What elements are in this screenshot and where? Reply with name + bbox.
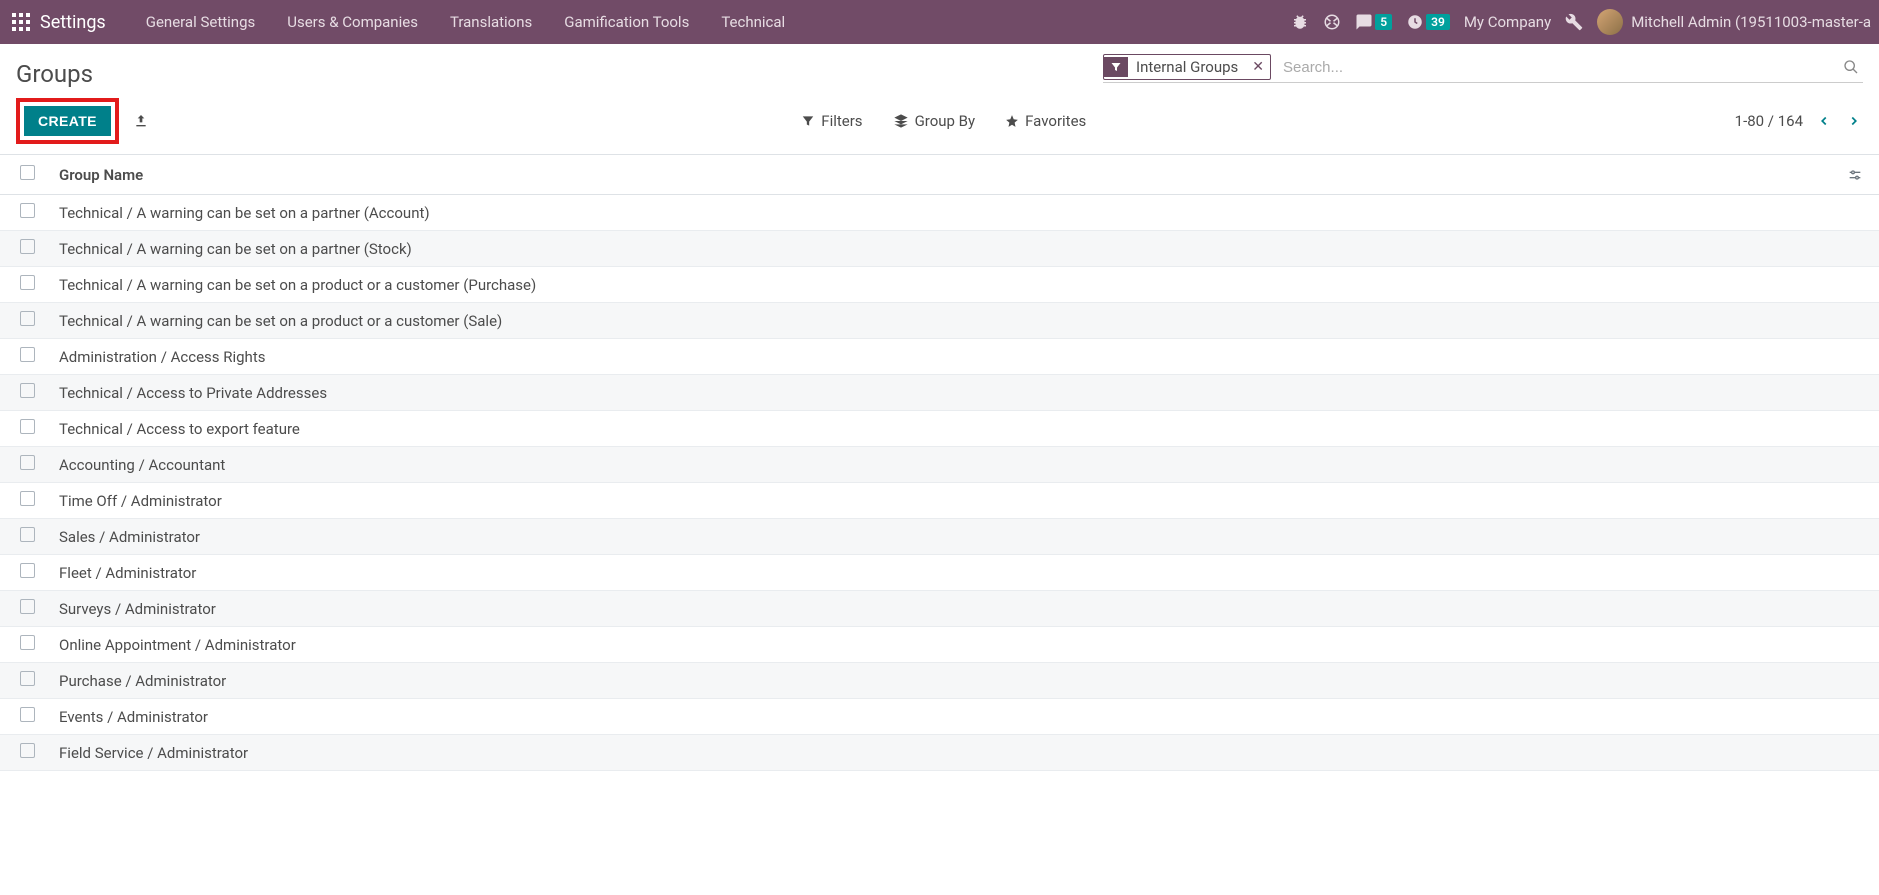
- select-all-checkbox[interactable]: [20, 165, 35, 180]
- control-panel: Groups Internal Groups ✕ CREATE: [0, 44, 1879, 155]
- pager[interactable]: 1-80 / 164: [1735, 112, 1803, 130]
- row-group-name: Purchase / Administrator: [47, 663, 1835, 699]
- menu-translations[interactable]: Translations: [434, 3, 548, 41]
- table-row[interactable]: Accounting / Accountant: [0, 447, 1879, 483]
- row-checkbox[interactable]: [20, 491, 35, 506]
- row-group-name: Time Off / Administrator: [47, 483, 1835, 519]
- favorites-label: Favorites: [1025, 112, 1086, 130]
- search-facet: Internal Groups ✕: [1103, 54, 1271, 80]
- row-group-name: Technical / A warning can be set on a pr…: [47, 303, 1835, 339]
- row-checkbox[interactable]: [20, 671, 35, 686]
- row-checkbox[interactable]: [20, 635, 35, 650]
- row-group-name: Technical / A warning can be set on a pr…: [47, 267, 1835, 303]
- row-checkbox[interactable]: [20, 311, 35, 326]
- table-row[interactable]: Technical / A warning can be set on a pr…: [0, 303, 1879, 339]
- table-row[interactable]: Technical / A warning can be set on a pa…: [0, 231, 1879, 267]
- row-checkbox[interactable]: [20, 239, 35, 254]
- search-bar[interactable]: Internal Groups ✕: [1103, 52, 1863, 83]
- table-row[interactable]: Technical / Access to Private Addresses: [0, 375, 1879, 411]
- row-checkbox[interactable]: [20, 347, 35, 362]
- table-row[interactable]: Time Off / Administrator: [0, 483, 1879, 519]
- row-group-name: Field Service / Administrator: [47, 735, 1835, 771]
- table-row[interactable]: Technical / Access to export feature: [0, 411, 1879, 447]
- row-checkbox[interactable]: [20, 275, 35, 290]
- row-checkbox[interactable]: [20, 455, 35, 470]
- menu-gamification-tools[interactable]: Gamification Tools: [548, 3, 705, 41]
- row-checkbox[interactable]: [20, 383, 35, 398]
- breadcrumb: Groups: [16, 52, 93, 88]
- columns-settings-icon[interactable]: [1847, 167, 1867, 183]
- table-row[interactable]: Technical / A warning can be set on a pa…: [0, 195, 1879, 231]
- column-group-name[interactable]: Group Name: [47, 155, 1835, 195]
- messages-badge: 5: [1375, 14, 1392, 30]
- row-group-name: Administration / Access Rights: [47, 339, 1835, 375]
- table-row[interactable]: Events / Administrator: [0, 699, 1879, 735]
- row-group-name: Technical / Access to Private Addresses: [47, 375, 1835, 411]
- topbar: Settings General Settings Users & Compan…: [0, 0, 1879, 44]
- row-group-name: Technical / A warning can be set on a pa…: [47, 231, 1835, 267]
- groups-table: Group Name Technical / A warning can be …: [0, 155, 1879, 771]
- row-checkbox[interactable]: [20, 743, 35, 758]
- row-group-name: Online Appointment / Administrator: [47, 627, 1835, 663]
- table-row[interactable]: Technical / A warning can be set on a pr…: [0, 267, 1879, 303]
- table-row[interactable]: Field Service / Administrator: [0, 735, 1879, 771]
- row-checkbox[interactable]: [20, 203, 35, 218]
- topbar-right: 5 39 My Company Mitchell Admin (19511003…: [1291, 9, 1871, 35]
- menu-general-settings[interactable]: General Settings: [130, 3, 272, 41]
- favorites-dropdown[interactable]: Favorites: [1005, 112, 1086, 130]
- create-highlight: CREATE: [16, 98, 119, 144]
- filter-icon: [1104, 57, 1128, 77]
- debug-icon[interactable]: [1291, 13, 1309, 31]
- search-expand-icon[interactable]: [1839, 59, 1863, 75]
- company-selector[interactable]: My Company: [1464, 13, 1551, 31]
- table-row[interactable]: Fleet / Administrator: [0, 555, 1879, 591]
- user-menu[interactable]: Mitchell Admin (19511003-master-a: [1597, 9, 1871, 35]
- row-group-name: Accounting / Accountant: [47, 447, 1835, 483]
- row-group-name: Technical / A warning can be set on a pa…: [47, 195, 1835, 231]
- activities-icon[interactable]: 39: [1406, 13, 1450, 31]
- search-input[interactable]: [1277, 55, 1839, 80]
- row-group-name: Fleet / Administrator: [47, 555, 1835, 591]
- messages-icon[interactable]: 5: [1355, 13, 1392, 31]
- table-row[interactable]: Administration / Access Rights: [0, 339, 1879, 375]
- table-row[interactable]: Sales / Administrator: [0, 519, 1879, 555]
- facet-remove[interactable]: ✕: [1246, 59, 1270, 75]
- row-checkbox[interactable]: [20, 527, 35, 542]
- user-name: Mitchell Admin (19511003-master-a: [1631, 13, 1871, 31]
- row-group-name: Surveys / Administrator: [47, 591, 1835, 627]
- pager-prev[interactable]: [1815, 114, 1833, 128]
- row-group-name: Technical / Access to export feature: [47, 411, 1835, 447]
- filters-label: Filters: [821, 112, 862, 130]
- menu-technical[interactable]: Technical: [705, 3, 801, 41]
- facet-label: Internal Groups: [1128, 55, 1246, 79]
- row-checkbox[interactable]: [20, 599, 35, 614]
- create-button[interactable]: CREATE: [24, 106, 111, 136]
- table-row[interactable]: Surveys / Administrator: [0, 591, 1879, 627]
- support-icon[interactable]: [1323, 13, 1341, 31]
- row-checkbox[interactable]: [20, 707, 35, 722]
- groupby-dropdown[interactable]: Group By: [893, 112, 976, 130]
- menu-users-companies[interactable]: Users & Companies: [271, 3, 434, 41]
- pager-next[interactable]: [1845, 114, 1863, 128]
- main-menu: General Settings Users & Companies Trans…: [130, 3, 801, 41]
- apps-icon[interactable]: [12, 13, 30, 31]
- avatar: [1597, 9, 1623, 35]
- table-row[interactable]: Online Appointment / Administrator: [0, 627, 1879, 663]
- tools-icon[interactable]: [1565, 13, 1583, 31]
- activities-badge: 39: [1426, 14, 1450, 30]
- groupby-label: Group By: [915, 112, 976, 130]
- row-group-name: Events / Administrator: [47, 699, 1835, 735]
- row-checkbox[interactable]: [20, 563, 35, 578]
- filters-dropdown[interactable]: Filters: [801, 112, 862, 130]
- row-checkbox[interactable]: [20, 419, 35, 434]
- export-button[interactable]: [129, 109, 153, 133]
- app-name[interactable]: Settings: [40, 12, 106, 33]
- table-row[interactable]: Purchase / Administrator: [0, 663, 1879, 699]
- row-group-name: Sales / Administrator: [47, 519, 1835, 555]
